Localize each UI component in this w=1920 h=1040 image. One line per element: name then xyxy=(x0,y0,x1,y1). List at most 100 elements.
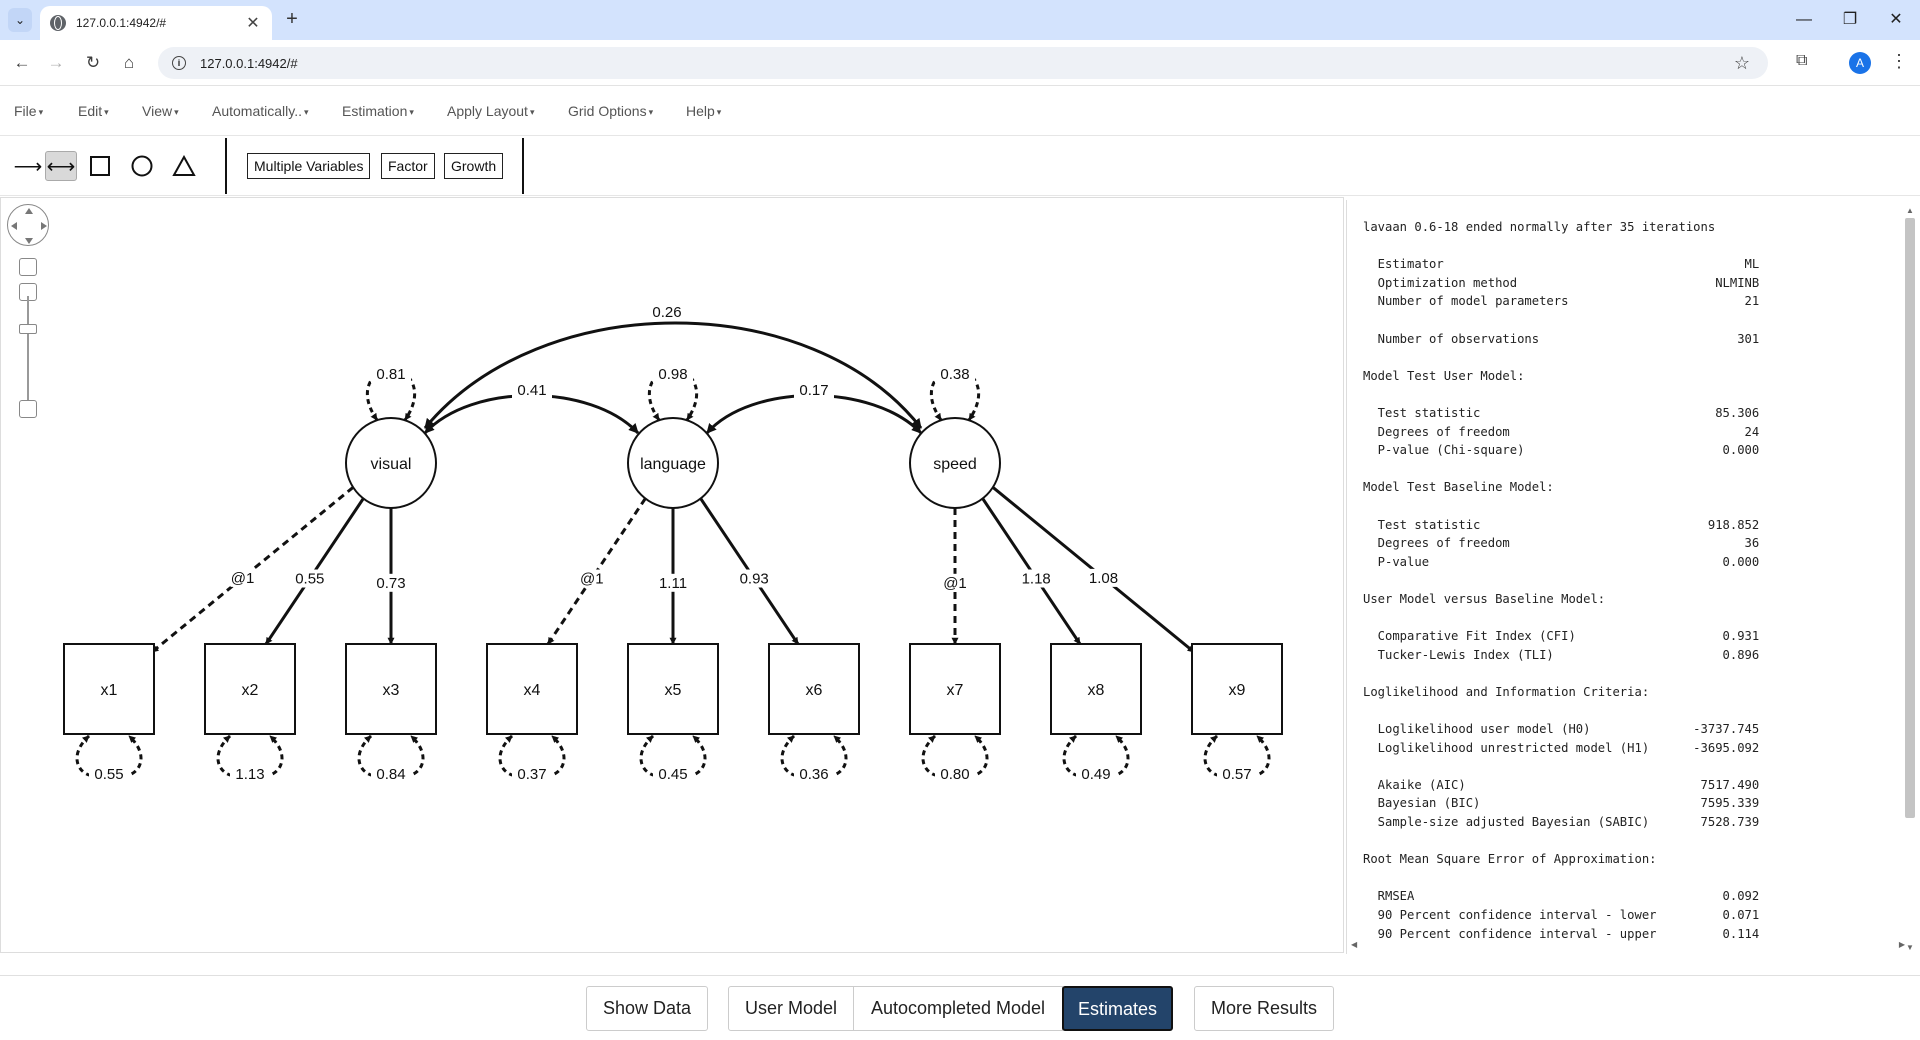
menu-grid-options[interactable]: Grid Options ▾ xyxy=(568,103,653,119)
tab-estimates[interactable]: Estimates xyxy=(1062,986,1173,1031)
triangle-tool-icon[interactable] xyxy=(168,151,200,181)
bottom-bar: Show Data User Model Autocompleted Model… xyxy=(0,975,1920,1040)
observed-label-x5: x5 xyxy=(665,682,682,699)
double-arrow-tool-icon[interactable]: ⟷ xyxy=(45,151,77,181)
tab-user-model[interactable]: User Model xyxy=(728,986,854,1031)
residual-label-x2: 1.13 xyxy=(235,766,264,783)
loading-label-x7: @1 xyxy=(943,575,967,592)
caret-down-icon: ▾ xyxy=(648,107,654,117)
covariance-label-visual-speed: 0.26 xyxy=(652,304,681,321)
close-window-icon[interactable]: ✕ xyxy=(1873,6,1919,34)
menu-edit[interactable]: Edit ▾ xyxy=(78,103,109,119)
observed-label-x1: x1 xyxy=(101,682,118,699)
variance-label-speed: 0.38 xyxy=(940,366,969,383)
latent-label-language: language xyxy=(640,456,706,473)
loading-label-x5: 1.11 xyxy=(659,575,687,592)
address-bar-row: ← → ↻ ⌂ i 127.0.0.1:4942/# ☆ ⧉ A ⋮ xyxy=(0,40,1920,86)
menu-label: Estimation xyxy=(342,103,408,119)
browser-tab[interactable]: 127.0.0.1:4942/# ✕ xyxy=(40,6,272,40)
residual-label-x5: 0.45 xyxy=(658,766,687,783)
loading-label-x1: @1 xyxy=(231,570,255,587)
scroll-right-icon[interactable]: ▶ xyxy=(1899,940,1905,949)
menu-label: Grid Options xyxy=(568,103,647,119)
tab-autocompleted-model[interactable]: Autocompleted Model xyxy=(853,986,1063,1031)
url-text: 127.0.0.1:4942/# xyxy=(200,55,298,71)
latent-label-speed: speed xyxy=(933,456,977,473)
reload-icon[interactable]: ↻ xyxy=(80,50,106,76)
covariance-arc-visual-language xyxy=(423,394,640,435)
variance-label-language: 0.98 xyxy=(658,366,687,383)
horizontal-scrollbar[interactable]: ◀ ▶ xyxy=(1351,940,1905,952)
menu-apply-layout[interactable]: Apply Layout ▾ xyxy=(447,103,534,119)
menu-label: Edit xyxy=(78,103,103,119)
home-icon[interactable]: ⌂ xyxy=(116,50,142,76)
observed-label-x7: x7 xyxy=(947,682,964,699)
kebab-icon[interactable]: ⋮ xyxy=(1890,51,1908,72)
residual-label-x4: 0.37 xyxy=(517,766,546,783)
loading-label-x9: 1.08 xyxy=(1089,570,1118,587)
url-input[interactable]: i 127.0.0.1:4942/# ☆ xyxy=(158,47,1768,79)
tab-title: 127.0.0.1:4942/# xyxy=(76,16,167,30)
loading-label-x2: 0.55 xyxy=(295,571,324,588)
minimize-icon[interactable]: — xyxy=(1781,6,1827,34)
menu-label: File xyxy=(14,103,37,119)
square-tool-icon[interactable] xyxy=(84,151,116,181)
menu-file[interactable]: File ▾ xyxy=(14,103,43,119)
arrow-tool-icon[interactable]: ⟶ xyxy=(12,151,44,181)
scroll-thumb[interactable] xyxy=(1905,218,1915,818)
menu-label: View xyxy=(142,103,173,119)
menu-help[interactable]: Help ▾ xyxy=(686,103,721,119)
lavaan-output: lavaan 0.6-18 ended normally after 35 it… xyxy=(1363,220,1760,941)
loading-label-x6: 0.93 xyxy=(740,571,769,588)
caret-down-icon: ▾ xyxy=(529,107,535,117)
toolbar-divider xyxy=(225,138,227,194)
menu-bar: File ▾ Edit ▾ View ▾ Automatically.. ▾ Estim… xyxy=(0,86,1920,136)
drawing-toolbar: ⟶ ⟷ Multiple Variables Factor Growth xyxy=(0,136,1920,196)
scroll-up-icon[interactable]: ▲ xyxy=(1904,206,1916,215)
residual-label-x3: 0.84 xyxy=(376,766,405,783)
menu-view[interactable]: View ▾ xyxy=(142,103,179,119)
caret-down-icon: ▾ xyxy=(304,107,309,117)
caret-down-icon: ▾ xyxy=(174,107,179,117)
menu-automatically[interactable]: Automatically.. ▾ xyxy=(212,103,309,119)
avatar[interactable]: A xyxy=(1849,52,1871,74)
tab-list-icon[interactable]: ⌄ xyxy=(8,8,32,32)
observed-label-x6: x6 xyxy=(806,682,823,699)
browser-tab-strip: ⌄ 127.0.0.1:4942/# ✕ + — ❐ ✕ xyxy=(0,0,1920,40)
covariance-label-language-speed: 0.17 xyxy=(799,382,828,399)
menu-estimation[interactable]: Estimation ▾ xyxy=(342,103,414,119)
covariance-label-visual-language: 0.41 xyxy=(517,382,546,399)
vertical-scrollbar[interactable]: ▲ ▼ xyxy=(1904,206,1916,952)
residual-label-x6: 0.36 xyxy=(799,766,828,783)
loading-label-x3: 0.73 xyxy=(376,575,405,592)
extensions-icon[interactable]: ⧉ xyxy=(1796,52,1814,70)
residual-label-x7: 0.80 xyxy=(940,766,969,783)
plus-icon[interactable]: + xyxy=(280,8,304,32)
scroll-left-icon[interactable]: ◀ xyxy=(1351,940,1357,949)
star-icon[interactable]: ☆ xyxy=(1734,53,1750,74)
restore-icon[interactable]: ❐ xyxy=(1827,6,1873,34)
loading-label-x8: 1.18 xyxy=(1022,571,1051,588)
results-panel[interactable]: lavaan 0.6-18 ended normally after 35 it… xyxy=(1346,200,1920,954)
scroll-down-icon[interactable]: ▼ xyxy=(1904,943,1916,952)
caret-down-icon: ▾ xyxy=(104,107,109,117)
sem-path-diagram: visual language speed x1 x2 x3 x4 x5 x6 x7 x8 x9 0.… xyxy=(63,303,1283,783)
diagram-canvas[interactable]: visual language speed x1 x2 x3 x4 x5 x6 x7 x8 x9 0.… xyxy=(0,197,1344,953)
factor-button[interactable]: Factor xyxy=(381,153,435,179)
covariance-arc-language-speed xyxy=(705,394,923,435)
menu-label: Apply Layout xyxy=(447,103,528,119)
multiple-variables-button[interactable]: Multiple Variables xyxy=(247,153,371,179)
forward-icon[interactable]: → xyxy=(43,50,69,76)
show-data-button[interactable]: Show Data xyxy=(586,986,708,1031)
globe-icon xyxy=(50,15,66,31)
loading-label-x4: @1 xyxy=(580,571,604,588)
observed-label-x9: x9 xyxy=(1229,682,1246,699)
observed-label-x8: x8 xyxy=(1088,682,1105,699)
circle-tool-icon[interactable] xyxy=(126,151,158,181)
close-icon[interactable]: ✕ xyxy=(244,13,262,33)
back-icon[interactable]: ← xyxy=(9,50,35,76)
growth-button[interactable]: Growth xyxy=(444,153,504,179)
caret-down-icon: ▾ xyxy=(38,107,44,117)
info-icon[interactable]: i xyxy=(172,56,186,70)
more-results-button[interactable]: More Results xyxy=(1194,986,1334,1031)
